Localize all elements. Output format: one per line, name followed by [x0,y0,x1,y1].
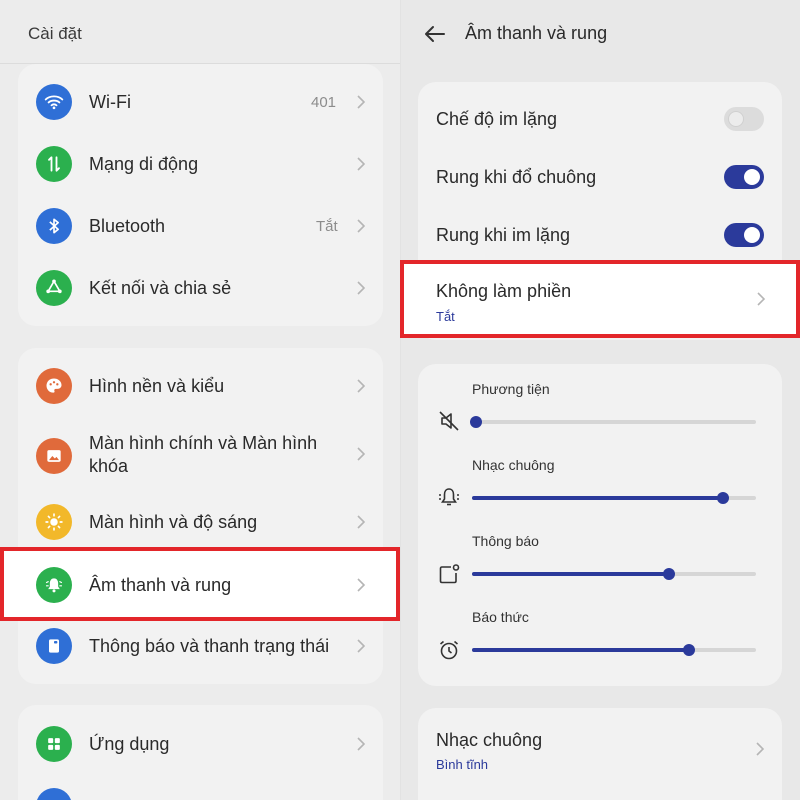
ringtone-icon [437,485,461,509]
volume-card [418,364,782,686]
alarm-volume-slider[interactable] [472,644,756,656]
media-muted-icon [437,409,461,433]
mobile-data-icon [36,146,72,182]
settings-item-wifi[interactable]: Wi-Fi 401 [0,80,400,126]
wifi-count: 401 [311,94,337,111]
volume-label: Báo thức [472,609,529,625]
vibrate-on-silent-label: Rung khi im lặng [436,225,571,245]
settings-item-notifications[interactable]: Thông báo và thanh trạng thái [0,624,400,670]
ringtone-item[interactable]: Nhạc chuông Bình tĩnh [418,724,782,780]
apps-icon [36,726,72,762]
chevron-right-icon [756,291,766,307]
brightness-icon [36,504,72,540]
settings-panel: Cài đặt Wi-Fi 401 Mạng di động Bluetooth… [0,0,400,800]
settings-item-bluetooth[interactable]: Bluetooth Tắt [0,204,400,250]
settings-item-label: Bluetooth [89,216,166,236]
back-arrow-icon[interactable] [424,24,446,44]
page-title: Âm thanh và rung [465,23,608,43]
settings-item-label: Màn hình và độ sáng [89,512,258,532]
settings-item-label: Màn hình chính và Màn hình [89,433,318,453]
settings-item-label-line2: khóa [89,456,129,476]
chevron-right-icon [356,218,366,234]
settings-item-wallpaper[interactable]: Hình nền và kiểu [0,364,400,410]
dnd-label: Không làm phiền [436,281,572,301]
settings-item-home-lock-screen[interactable]: Màn hình chính và Màn hình khóa [0,428,400,484]
chevron-right-icon [356,446,366,462]
alarm-icon [437,638,461,662]
chevron-right-icon [356,94,366,110]
chevron-right-icon [356,280,366,296]
vibrate-on-ring-toggle[interactable] [724,165,764,189]
bell-icon [36,567,72,603]
settings-item-mobile-data[interactable]: Mạng di động [0,142,400,188]
settings-item-apps[interactable]: Ứng dụng [0,722,400,768]
bluetooth-status: Tắt [316,218,338,235]
chevron-right-icon [356,736,366,752]
settings-item-label: Hình nền và kiểu [89,376,225,396]
do-not-disturb-item[interactable]: Không làm phiền Tắt [400,260,800,338]
media-volume-slider[interactable] [470,416,756,428]
settings-item-label: Kết nối và chia sẻ [89,278,232,298]
chevron-right-icon [356,514,366,530]
palette-icon [36,368,72,404]
ringtone-label: Nhạc chuông [436,730,543,750]
home-screen-icon [36,438,72,474]
share-icon [36,270,72,306]
chevron-right-icon [356,378,366,394]
settings-item-label: Mạng di động [89,154,199,174]
wifi-icon [36,84,72,120]
page-title: Cài đặt [28,24,82,43]
volume-label: Nhạc chuông [472,457,555,473]
notification-volume-icon [437,562,461,586]
chevron-right-icon [356,638,366,654]
chevron-right-icon [755,741,765,757]
settings-item-label: Thông báo và thanh trạng thái [89,636,330,656]
settings-item-sound-vibration[interactable]: Âm thanh và rung [0,547,400,621]
settings-item-label: Âm thanh và rung [89,575,232,595]
settings-item-label: Wi-Fi [89,92,131,112]
chevron-right-icon [356,577,366,593]
notification-icon [36,628,72,664]
ringtone-value: Bình tĩnh [436,757,489,772]
vibrate-on-silent-toggle[interactable] [724,223,764,247]
silent-mode-label: Chế độ im lặng [436,109,558,129]
volume-label: Thông báo [472,533,539,549]
ringtone-volume-slider[interactable] [472,492,756,504]
dnd-status: Tắt [436,309,455,324]
notification-volume-slider[interactable] [472,568,756,580]
volume-label: Phương tiện [472,381,550,397]
chevron-right-icon [356,156,366,172]
silent-mode-toggle[interactable] [724,107,764,131]
bluetooth-icon [36,208,72,244]
vibrate-on-ring-label: Rung khi đổ chuông [436,167,597,187]
settings-item-display[interactable]: Màn hình và độ sáng [0,500,400,546]
settings-item-connections[interactable]: Kết nối và chia sẻ [0,266,400,312]
settings-item-label: Ứng dụng [89,734,170,754]
